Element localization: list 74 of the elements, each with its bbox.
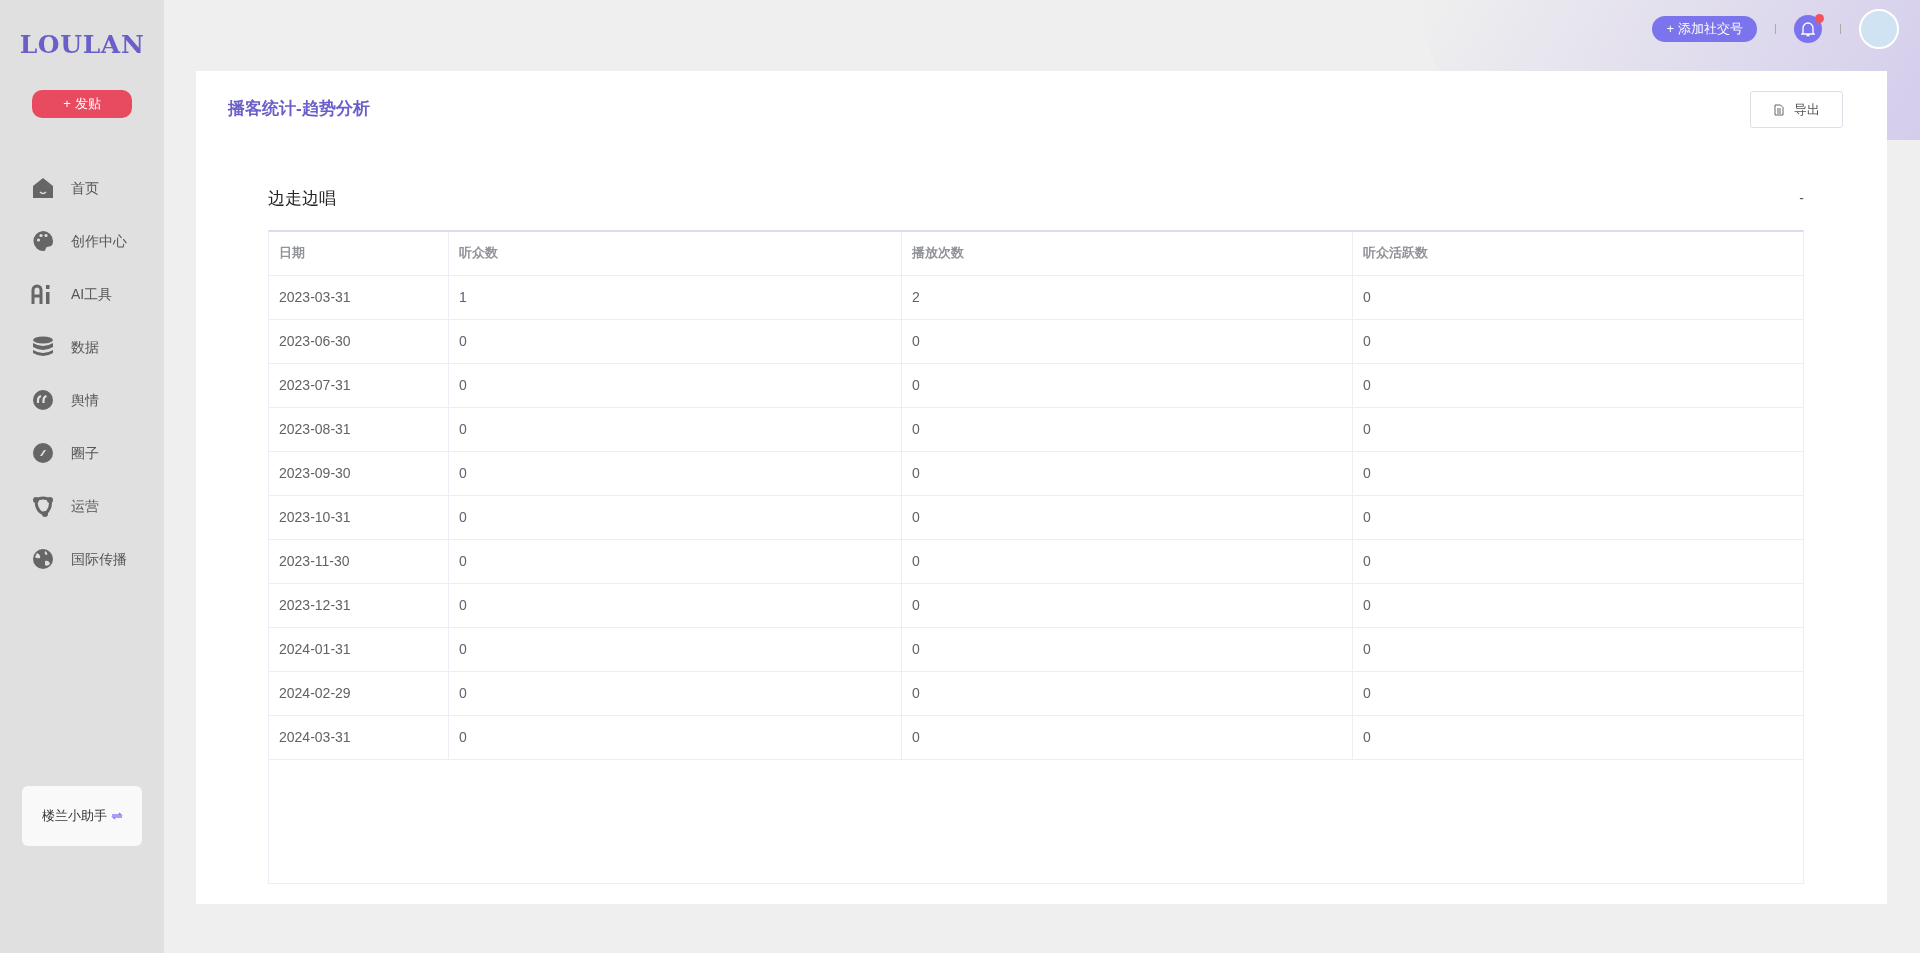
table-cell: 0 <box>449 363 902 407</box>
table-cell: 0 <box>902 671 1353 715</box>
nav-item[interactable]: AI工具 <box>31 281 164 307</box>
table-cell: 0 <box>449 407 902 451</box>
page-title: 播客统计-趋势分析 <box>228 98 370 120</box>
compass-icon <box>31 441 55 465</box>
nav-item[interactable]: 舆情 <box>31 387 164 413</box>
table-cell-text: 0 <box>1362 507 1372 527</box>
table-cell: 0 <box>449 451 902 495</box>
table-cell: 0 <box>449 715 902 759</box>
nav-item[interactable]: 数据 <box>31 334 164 360</box>
table-cell: 0 <box>902 319 1353 363</box>
column-header: 日期 <box>269 231 449 275</box>
table-cell: 0 <box>902 363 1353 407</box>
table-cell: 0 <box>902 451 1353 495</box>
table-cell: 2024-02-29 <box>269 671 449 715</box>
table-cell: 2023-03-31 <box>269 275 449 319</box>
table-cell: 1 <box>449 275 902 319</box>
section-marker: - <box>1799 189 1804 209</box>
table-cell: 0 <box>902 583 1353 627</box>
palette-icon <box>31 229 55 253</box>
globe-icon <box>31 547 55 571</box>
table-cell: 2024-01-31 <box>269 627 449 671</box>
table-cell: 2023-09-30 <box>269 451 449 495</box>
column-header: 播放次数 <box>902 231 1353 275</box>
database-icon <box>31 335 55 359</box>
quote-icon <box>31 388 55 412</box>
table-cell: 0 <box>449 495 902 539</box>
table-cell-text: 0 <box>1362 551 1372 571</box>
add-account-button[interactable]: + 添加社交号 <box>1652 16 1757 42</box>
document-icon <box>1773 103 1784 116</box>
table-cell: 0 <box>902 539 1353 583</box>
nav-item[interactable]: 国际传播 <box>31 546 164 572</box>
table-cell-text: 0 <box>1362 419 1372 439</box>
assistant-button[interactable]: 楼兰小助手 <box>22 786 142 846</box>
house-icon <box>31 176 55 200</box>
column-header: 听众数 <box>449 231 902 275</box>
logo: LOULAN <box>19 29 145 61</box>
table-cell-text: 0 <box>1362 331 1372 351</box>
nav-item[interactable]: 圈子 <box>31 440 164 466</box>
table-cell: 0 <box>902 495 1353 539</box>
column-header: 听众活跃数 <box>1362 244 1429 263</box>
table-cell: 2023-12-31 <box>269 583 449 627</box>
swap-icon <box>110 811 123 821</box>
nav-item[interactable]: 创作中心 <box>31 228 164 254</box>
table-cell: 0 <box>449 539 902 583</box>
table-cell: 0 <box>449 627 902 671</box>
export-button[interactable]: 导出 <box>1750 91 1843 128</box>
network-icon <box>31 494 55 518</box>
table-cell: 0 <box>449 671 902 715</box>
table-cell: 0 <box>902 627 1353 671</box>
table-cell-text: 0 <box>1362 727 1372 747</box>
bell-icon <box>1801 21 1815 37</box>
table-cell: 2023-10-31 <box>269 495 449 539</box>
nav-item[interactable]: 首页 <box>31 175 164 201</box>
post-button[interactable]: + 发贴 <box>32 89 132 118</box>
table-cell: 2 <box>902 275 1353 319</box>
nav-item[interactable]: 运营 <box>31 493 164 519</box>
table-cell: 2023-07-31 <box>269 363 449 407</box>
table-cell: 0 <box>449 319 902 363</box>
table-cell-text: 0 <box>1362 463 1372 483</box>
table-cell-text: 0 <box>1362 375 1372 395</box>
table-cell: 2023-11-30 <box>269 539 449 583</box>
table-cell: 2023-08-31 <box>269 407 449 451</box>
table-cell: 0 <box>902 407 1353 451</box>
table-cell: 0 <box>902 715 1353 759</box>
table-cell-text: 0 <box>1362 595 1372 615</box>
table-cell: 2024-03-31 <box>269 715 449 759</box>
table-cell-text: 0 <box>1362 639 1372 659</box>
section-title: 边走边唱 <box>268 188 336 210</box>
table-cell: 0 <box>449 583 902 627</box>
table-cell: 2023-06-30 <box>269 319 449 363</box>
table-cell-text: 0 <box>1362 683 1372 703</box>
table-cell-text: 0 <box>1362 287 1372 307</box>
